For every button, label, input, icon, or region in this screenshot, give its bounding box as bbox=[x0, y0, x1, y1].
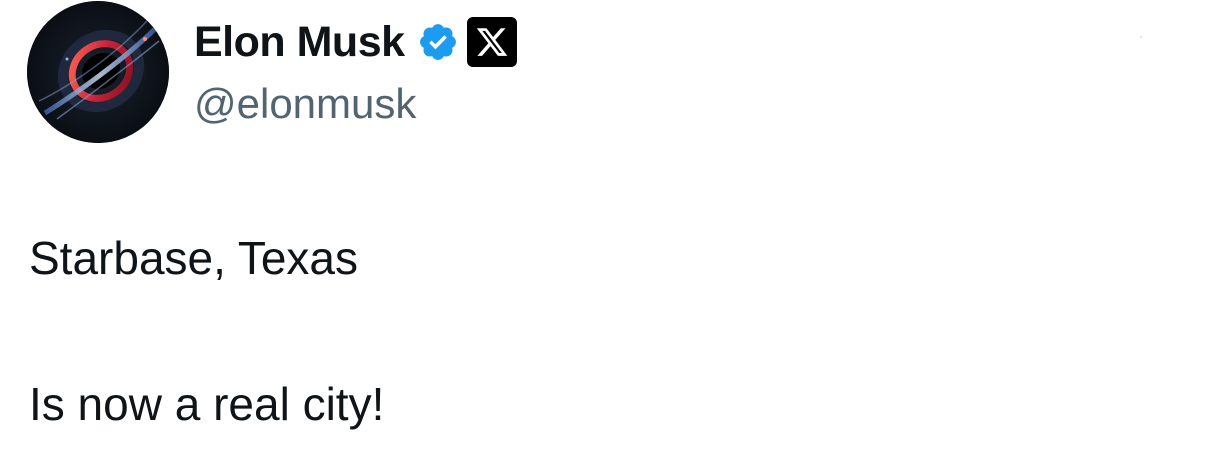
black-hole-avatar-icon bbox=[27, 1, 169, 143]
verified-badge-icon[interactable] bbox=[417, 21, 459, 63]
avatar[interactable] bbox=[27, 1, 169, 143]
author-display-name[interactable]: Elon Musk bbox=[194, 14, 405, 70]
x-logo-icon[interactable] bbox=[466, 17, 517, 67]
tweet-text-line: Starbase, Texas bbox=[29, 232, 359, 284]
decorative-speck bbox=[1140, 36, 1142, 38]
tweet-card: Elon Musk @elonmusk Starbase, Texas Is n… bbox=[0, 0, 1206, 455]
author-handle[interactable]: @elonmusk bbox=[194, 78, 416, 130]
author-name-row: Elon Musk bbox=[194, 14, 517, 70]
tweet-text-line: Is now a real city! bbox=[29, 378, 385, 430]
